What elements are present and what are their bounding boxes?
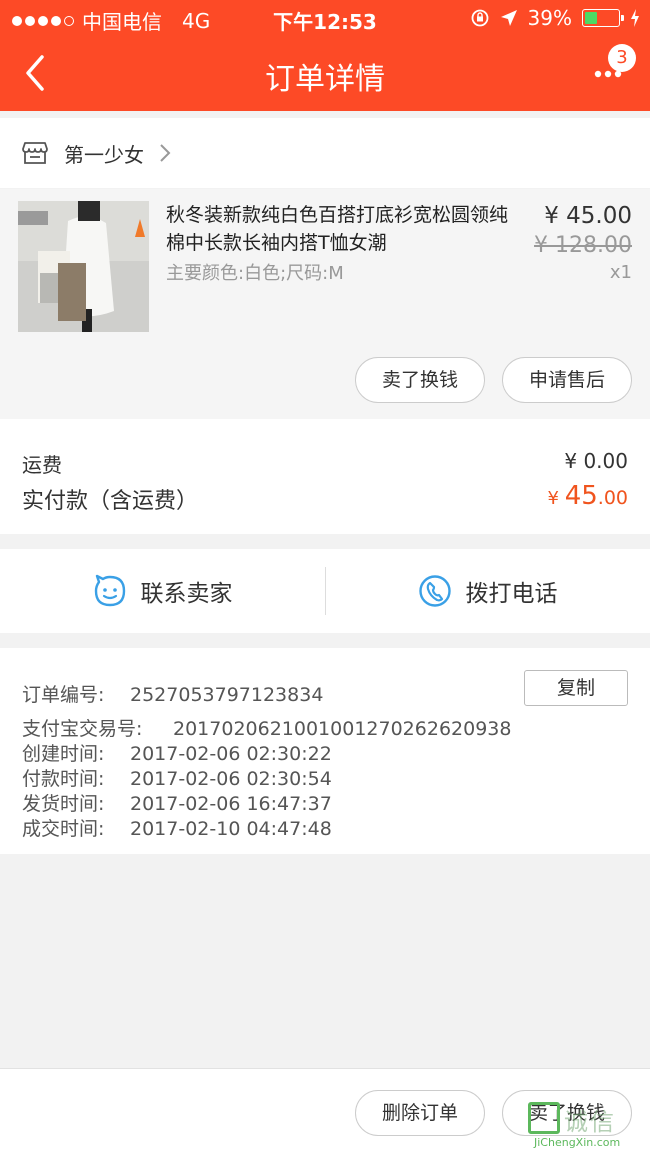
paid-decimal: .00 [597, 487, 628, 509]
battery-icon [582, 9, 624, 27]
paid-currency: ¥ [547, 488, 565, 509]
paid-time-line: 付款时间: 2017-02-06 02:30:54 [22, 764, 332, 791]
alipay-number-line: 支付宝交易号: 2017020621001001270262620938 [22, 714, 511, 741]
notification-badge: 3 [608, 44, 636, 72]
product-image[interactable] [18, 201, 149, 332]
more-button[interactable]: 3 [586, 44, 636, 94]
orientation-lock-icon [471, 9, 488, 27]
order-info: 订单编号: 2527053797123834 复制 支付宝交易号: 20170206… [0, 648, 650, 854]
product-title[interactable]: 秋冬装新款纯白色百搭打底衫宽松圆领纯棉中长款长袖内搭T恤女潮 [166, 201, 516, 257]
location-icon [500, 10, 517, 26]
phone-icon [418, 575, 451, 607]
product-spec: 主要颜色:白色;尺码:M [166, 263, 344, 284]
shipping-value: ¥ 0.00 [564, 449, 628, 473]
battery-level [585, 12, 597, 24]
product-price: ¥ 45.00 [544, 203, 632, 229]
chat-face-icon [94, 574, 125, 607]
after-sale-button[interactable]: 申请售后 [502, 357, 632, 403]
sell-for-cash-button[interactable]: 卖了换钱 [355, 357, 485, 403]
chevron-right-icon [160, 144, 171, 162]
completed-time-line: 成交时间: 2017-02-10 04:47:48 [22, 814, 332, 841]
shipping-label: 运费 [22, 453, 62, 477]
contact-seller-label: 联系卖家 [140, 581, 233, 607]
completed-time-label: 成交时间: [22, 818, 105, 840]
call-phone-label: 拨打电话 [465, 581, 558, 607]
order-number-label: 订单编号: [22, 684, 105, 706]
watermark-logo-icon [528, 1102, 560, 1134]
product-quantity: x1 [609, 262, 632, 283]
navigation-bar: 订单详情 3 [0, 36, 650, 111]
shop-icon [22, 142, 48, 164]
delete-order-button[interactable]: 删除订单 [355, 1090, 485, 1136]
paid-time: 2017-02-06 02:30:54 [130, 768, 332, 790]
created-time: 2017-02-06 02:30:22 [130, 743, 332, 765]
paid-integer: 45 [564, 481, 598, 511]
status-bar: 中国电信 4G 下午12:53 39% [0, 0, 650, 36]
paid-time-label: 付款时间: [22, 768, 105, 790]
watermark: 诚信 JiChengXin.com [528, 1102, 646, 1150]
shop-name: 第一少女 [64, 142, 144, 167]
order-number-line: 订单编号: 2527053797123834 [22, 680, 323, 707]
header: 中国电信 4G 下午12:53 39% 订单详情 3 [0, 0, 650, 111]
alipay-number-label: 支付宝交易号: [22, 718, 143, 740]
charging-icon [631, 9, 639, 27]
shipped-time-line: 发货时间: 2017-02-06 16:47:37 [22, 789, 332, 816]
completed-time: 2017-02-10 04:47:48 [130, 818, 332, 840]
contact-seller-button[interactable]: 联系卖家 [0, 549, 325, 633]
page-title: 订单详情 [265, 62, 385, 97]
status-right: 39% [470, 6, 640, 30]
product-original-price: ¥ 128.00 [534, 233, 632, 258]
copy-button[interactable]: 复制 [524, 670, 628, 706]
call-phone-button[interactable]: 拨打电话 [325, 549, 650, 633]
contact-row: 联系卖家 拨打电话 [0, 549, 650, 633]
shipped-time-label: 发货时间: [22, 793, 105, 815]
created-time-line: 创建时间: 2017-02-06 02:30:22 [22, 739, 332, 766]
shop-row[interactable]: 第一少女 [0, 118, 650, 188]
watermark-subtext: JiChengXin.com [534, 1136, 621, 1149]
paid-amount: ¥ 45.00 [548, 481, 629, 511]
watermark-text: 诚信 [564, 1108, 616, 1136]
fee-summary: 运费 ¥ 0.00 实付款（含运费） ¥ 45.00 [0, 419, 650, 534]
product-item[interactable]: 秋冬装新款纯白色百搭打底衫宽松圆领纯棉中长款长袖内搭T恤女潮 主要颜色:白色;尺… [0, 189, 650, 419]
battery-percent: 39% [527, 6, 572, 30]
paid-label: 实付款（含运费） [22, 489, 199, 514]
order-number: 2527053797123834 [130, 684, 324, 706]
created-time-label: 创建时间: [22, 743, 105, 765]
shipped-time: 2017-02-06 16:47:37 [130, 793, 332, 815]
alipay-number: 2017020621001001270262620938 [173, 718, 512, 740]
